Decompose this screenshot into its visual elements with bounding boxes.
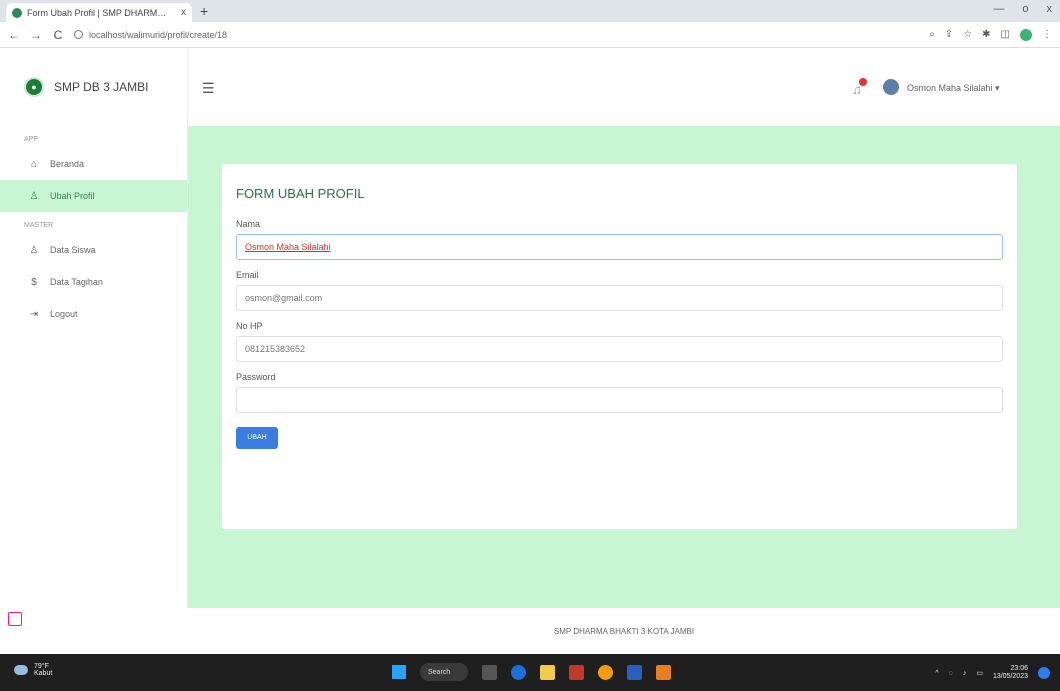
clock-time: 23:06 [1010, 665, 1028, 672]
weather-widget[interactable]: 79°F Kabut [14, 663, 52, 677]
tab-title: Form Ubah Profil | SMP DHARM… [27, 7, 167, 18]
ubah-button[interactable]: UBAH [236, 427, 278, 449]
sidebar-item-ubah-profil[interactable]: ♙ Ubah Profil [0, 180, 187, 212]
extensions-icon[interactable]: ✱ [982, 29, 990, 40]
nama-label: Nama [236, 219, 261, 229]
dollar-icon: $ [31, 276, 37, 288]
system-tray: ^ ◌ ♪ ▭ 23:06 13/05/2023 [935, 665, 1050, 681]
sidebar-section-master: MASTER [24, 222, 54, 229]
weather-status: Kabut [34, 670, 53, 677]
tab-close-button[interactable]: x [181, 7, 186, 18]
logout-icon: ⇥ [29, 308, 39, 320]
sidebar-item-beranda[interactable]: ⌂ Beranda [0, 148, 187, 180]
chevron-up-icon[interactable]: ^ [935, 670, 938, 677]
sublime-icon[interactable] [656, 664, 671, 680]
battery-icon[interactable]: ▭ [976, 669, 983, 677]
sidebar-item-label: Logout [50, 309, 78, 319]
reload-button[interactable]: C [52, 28, 64, 42]
email-label: Email [236, 270, 259, 280]
sidebar-item-logout[interactable]: ⇥ Logout [0, 298, 187, 330]
profile-icon[interactable] [1020, 28, 1032, 41]
browser-toolbar: ← → C localhost/walimurid/profil/create/… [0, 22, 1060, 48]
sidebar-item-label: Beranda [50, 159, 85, 169]
address-bar[interactable]: localhost/walimurid/profil/create/18 [74, 26, 919, 44]
email-field[interactable] [236, 285, 1003, 311]
kebab-menu-icon[interactable]: ⋮ [1042, 29, 1052, 40]
site-info-icon[interactable] [74, 30, 83, 39]
sidebar-item-label: Data Siswa [50, 245, 96, 255]
home-icon: ⌂ [30, 158, 38, 170]
user-icon: ♙ [29, 244, 39, 256]
taskbar-search[interactable]: Search [420, 663, 468, 681]
zoom-icon[interactable]: ⌕ [929, 29, 935, 40]
sidebar-item-data-tagihan[interactable]: $ Data Tagihan [0, 266, 187, 298]
user-menu[interactable]: Osmon Maha Silalahi ▾ [907, 83, 1000, 94]
cloud-icon [14, 665, 28, 675]
sidepanel-icon[interactable]: ◫ [1001, 29, 1010, 40]
avatar[interactable] [883, 79, 899, 95]
clock[interactable]: 23:06 13/05/2023 [993, 665, 1028, 681]
toolbar-actions: ⌕ ⇪ ☆ ✱ ◫ ⋮ [929, 28, 1052, 41]
task-view-icon[interactable] [482, 664, 497, 680]
forward-button[interactable]: → [30, 28, 42, 42]
windows-start-icon[interactable] [392, 665, 406, 679]
browser-tab[interactable]: Form Ubah Profil | SMP DHARM… x [6, 3, 192, 22]
wifi-icon[interactable]: ◌ [949, 670, 953, 677]
minimize-button[interactable]: — [993, 3, 1004, 15]
bookmark-star-icon[interactable]: ☆ [963, 29, 972, 40]
profile-form-card: FORM UBAH PROFIL Nama Email No HP Passwo… [222, 164, 1017, 529]
brand-name: SMP DB 3 JAMBI [54, 80, 149, 94]
notification-badge [859, 78, 867, 86]
clock-date: 13/05/2023 [992, 673, 1028, 680]
no-hp-label: No HP [236, 321, 263, 331]
browser-tab-bar: Form Ubah Profil | SMP DHARM… x + — o x [0, 0, 1060, 22]
user-icon: ♙ [29, 190, 39, 202]
footer: SMP DHARMA BHAKTI 3 KOTA JAMBI [188, 608, 1060, 654]
password-field[interactable] [236, 387, 1003, 413]
temperature: 79°F [34, 663, 49, 670]
scroll-icon [8, 612, 22, 626]
chrome-icon[interactable] [598, 664, 613, 680]
favicon-icon [12, 7, 22, 18]
word-icon[interactable] [627, 664, 642, 680]
taskbar-apps: Search [392, 663, 671, 681]
share-icon[interactable]: ⇪ [945, 29, 953, 40]
window-controls: — o x [993, 3, 1052, 15]
close-window-button[interactable]: x [1047, 3, 1053, 15]
hamburger-menu-icon[interactable]: ☰ [202, 80, 215, 97]
page-title: FORM UBAH PROFIL [236, 186, 365, 201]
school-logo-icon: ● [24, 77, 44, 97]
main-content: FORM UBAH PROFIL Nama Email No HP Passwo… [188, 126, 1060, 608]
sidebar-section-app: APP [24, 136, 39, 143]
footer-text: SMP DHARMA BHAKTI 3 KOTA JAMBI [553, 626, 695, 636]
os-taskbar: 79°F Kabut Search ^ ◌ ♪ ▭ 23:06 13/05/20… [0, 654, 1060, 691]
new-tab-button[interactable]: + [200, 3, 208, 19]
maximize-button[interactable]: o [1022, 3, 1028, 15]
volume-icon[interactable]: ♪ [963, 670, 967, 677]
edge-icon[interactable] [511, 664, 526, 680]
password-label: Password [236, 372, 276, 382]
app-topbar: ☰ ♫ Osmon Maha Silalahi ▾ [188, 48, 1060, 126]
sidebar-item-label: Ubah Profil [50, 191, 95, 201]
sidebar-item-label: Data Tagihan [50, 277, 103, 287]
xampp-icon[interactable] [569, 664, 584, 680]
notification-icon[interactable] [1038, 667, 1050, 679]
nama-field[interactable] [236, 234, 1003, 260]
url-text: localhost/walimurid/profil/create/18 [89, 29, 228, 40]
sidebar: ● SMP DB 3 JAMBI APP ⌂ Beranda ♙ Ubah Pr… [0, 48, 188, 608]
back-button[interactable]: ← [8, 28, 20, 42]
no-hp-field[interactable] [236, 336, 1003, 362]
brand[interactable]: ● SMP DB 3 JAMBI [0, 48, 187, 126]
file-explorer-icon[interactable] [540, 664, 555, 680]
sidebar-item-data-siswa[interactable]: ♙ Data Siswa [0, 234, 187, 266]
